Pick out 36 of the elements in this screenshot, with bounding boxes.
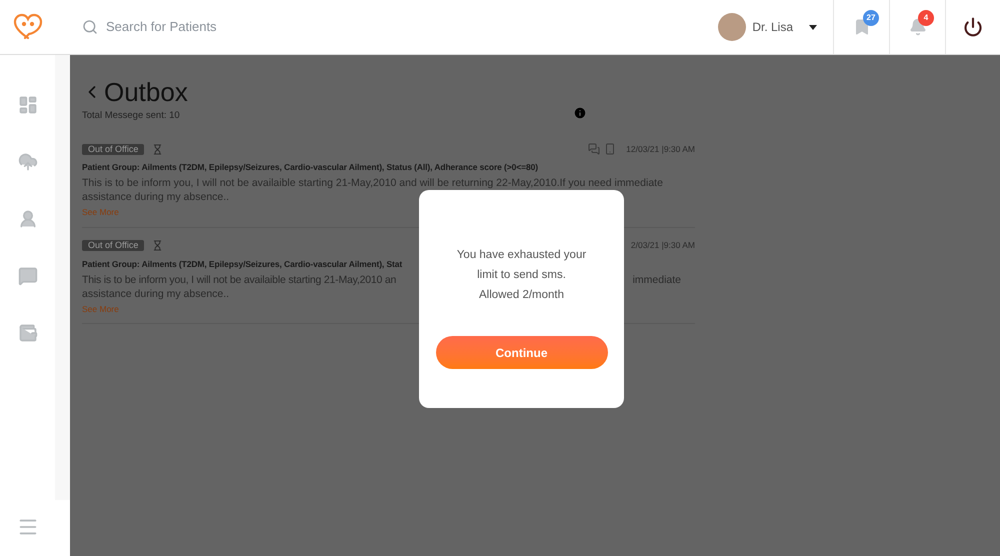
cloud-upload-icon[interactable] (18, 152, 38, 172)
info-icon[interactable] (573, 106, 587, 120)
patient-group: Patient Group: Ailments (T2DM, Epilepsy/Seizures, Cardio-vascular Ailment), Status (All), Adherance score (>0<=80) (82, 161, 538, 174)
see-more-link[interactable]: See More (82, 206, 119, 219)
avatar (718, 13, 746, 41)
dialog-message: Allowed 2/month (478, 288, 566, 303)
power-icon[interactable] (963, 17, 983, 37)
message-body: This is to be inform you, I will not be availaible starting 21-May,2010 an (82, 272, 396, 286)
caret-icon[interactable] (809, 24, 817, 30)
page-title: Outbox (104, 77, 188, 107)
dialog-message: You have exhausted your limit to send sms. (456, 248, 586, 283)
message-tag: Out of Office (82, 144, 144, 155)
notification-badge: 4 (918, 10, 934, 26)
hourglass-icon (152, 144, 164, 155)
search-icon (82, 19, 98, 35)
message-body: assistance during my absence.. (82, 286, 230, 300)
message-count: Total Messege sent: 10 (82, 109, 180, 123)
user-name: Dr. Lisa (752, 19, 793, 36)
continue-button[interactable]: Continue (436, 336, 608, 369)
heart-logo-icon[interactable] (13, 13, 43, 41)
message-body: immediate (632, 272, 682, 286)
user-icon[interactable] (18, 209, 38, 229)
message-tag: Out of Office (82, 240, 144, 252)
chat-icon (588, 143, 600, 156)
message-date: 12/03/21 |9:30 AM (626, 142, 695, 156)
message-body: This is to be inform you, I will not be availaible starting 21-May,2010 and will be returning 22-May,2010.If you need immediate assistance during my absence.. (82, 176, 664, 204)
bookmark-badge: 27 (863, 10, 879, 26)
chat-icon[interactable] (18, 266, 38, 286)
phone-icon (604, 143, 616, 156)
wallet-icon[interactable] (18, 323, 38, 343)
patient-group: Patient Group: Ailments (T2DM, Epilepsy/Seizures, Cardio-vascular Ailment), Stat (82, 258, 402, 270)
see-more-link[interactable]: See More (82, 302, 119, 316)
hourglass-icon (152, 240, 164, 252)
dashboard-icon[interactable] (18, 95, 38, 115)
search-field[interactable]: Search for Patients (106, 17, 356, 37)
message-date: 2/03/21 |9:30 AM (630, 239, 695, 252)
